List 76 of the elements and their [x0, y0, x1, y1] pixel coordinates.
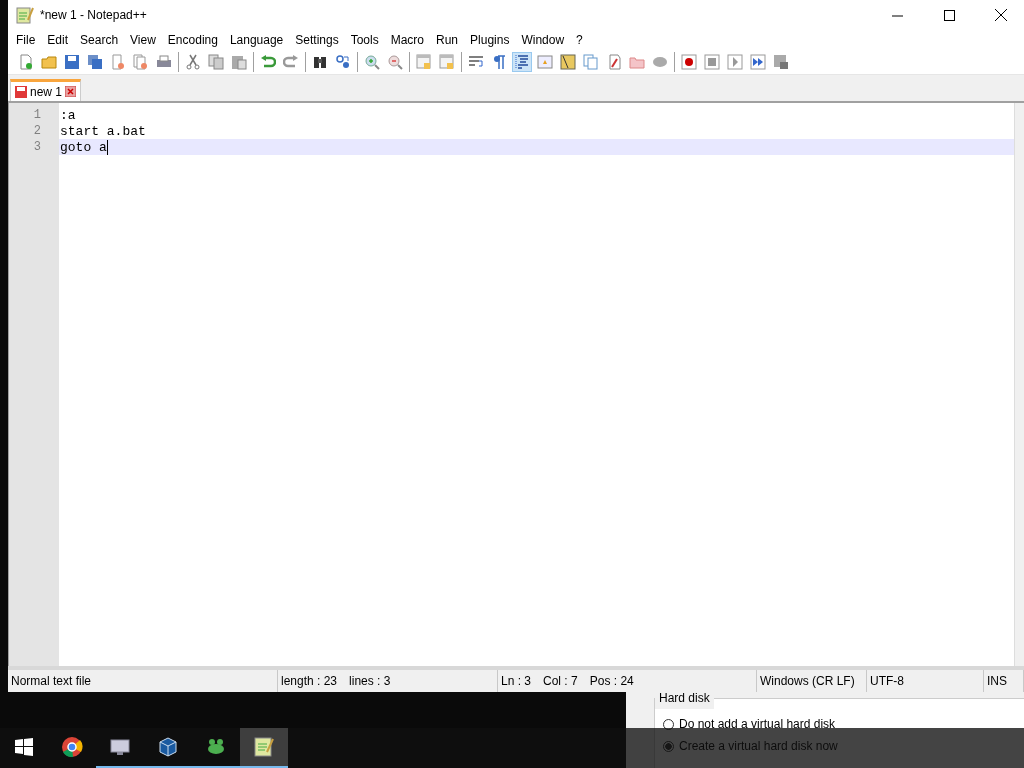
- radio-label: Do not add a virtual hard disk: [679, 717, 836, 731]
- word-wrap-icon: [468, 54, 484, 70]
- zoom-in-icon: [364, 54, 380, 70]
- cube-icon: [157, 736, 179, 758]
- menu-item[interactable]: Macro: [384, 30, 430, 50]
- menu-item[interactable]: ?: [570, 30, 589, 50]
- notepad-icon: [16, 6, 34, 24]
- documents-icon: [583, 54, 599, 70]
- line-number: 2: [32, 123, 42, 139]
- scissors-icon: [185, 54, 201, 70]
- eol-format: Windows (CR LF): [760, 674, 855, 688]
- floppy-disks-icon: [87, 54, 103, 70]
- menu-item[interactable]: View: [124, 30, 162, 50]
- menu-item[interactable]: Tools: [344, 30, 385, 50]
- browser-icon: [61, 736, 83, 758]
- menu-item[interactable]: File: [10, 30, 42, 50]
- menu-item[interactable]: Window: [515, 30, 571, 50]
- menu-item[interactable]: Settings: [289, 30, 345, 50]
- windows-lock-icon: [416, 54, 432, 70]
- text-caret: [106, 139, 108, 155]
- windows-logo-icon: [13, 736, 35, 758]
- maximize-icon: [943, 9, 955, 21]
- clipboard-icon: [231, 54, 247, 70]
- toolbar-button[interactable]: [558, 52, 578, 72]
- menu-item[interactable]: Plugins: [464, 30, 516, 50]
- group-title: Hard disk: [655, 691, 714, 709]
- folder-icon: [629, 54, 645, 70]
- toolbar-button[interactable]: [748, 52, 768, 72]
- replace-icon: [335, 54, 351, 70]
- lines-info: lines : 3: [349, 674, 391, 688]
- menu-item[interactable]: Encoding: [161, 30, 224, 50]
- play-icon: [727, 54, 743, 70]
- file-type: Normal text file: [11, 674, 92, 688]
- line-info: Ln : 3: [501, 674, 532, 688]
- menu-item[interactable]: Run: [430, 30, 465, 50]
- copy-icon: [208, 54, 224, 70]
- close-icon[interactable]: [65, 86, 77, 97]
- record-icon: [681, 54, 697, 70]
- function-list-icon: [606, 54, 622, 70]
- menu-item[interactable]: Edit: [41, 30, 75, 50]
- menu-item[interactable]: Search: [74, 30, 125, 50]
- taskbar-button[interactable]: [240, 728, 288, 768]
- insert-mode: INS: [987, 674, 1007, 688]
- document-map-icon: [560, 54, 576, 70]
- menu-item[interactable]: Language: [223, 30, 290, 50]
- scrollbar[interactable]: [1014, 103, 1024, 666]
- undo-icon: [260, 54, 276, 70]
- fast-forward-icon: [750, 54, 766, 70]
- files-close-icon: [133, 54, 149, 70]
- folder-icon: [41, 54, 57, 70]
- zoom-out-icon: [387, 54, 403, 70]
- line-number: 1: [32, 107, 42, 123]
- pilcrow-icon: [491, 54, 507, 70]
- position-info: Pos : 24: [589, 674, 634, 688]
- file-close-icon: [110, 54, 126, 70]
- binoculars-icon: [312, 54, 328, 70]
- encoding: UTF-8: [870, 674, 904, 688]
- stop-icon: [704, 54, 720, 70]
- indent-guide-icon: [514, 54, 530, 70]
- window-title: *new 1 - Notepad++: [40, 8, 148, 22]
- notepad-icon: [253, 736, 275, 758]
- printer-icon: [156, 54, 172, 70]
- document-tab[interactable]: new 1: [10, 79, 82, 101]
- code-line: goto a: [59, 139, 107, 155]
- new-file-icon: [18, 54, 34, 70]
- windows-lock-icon: [439, 54, 455, 70]
- list-save-icon: [773, 54, 789, 70]
- line-number: 3: [32, 139, 42, 155]
- toolbar-button[interactable]: [679, 52, 699, 72]
- length-info: length : 23: [281, 674, 338, 688]
- column-info: Col : 7: [543, 674, 578, 688]
- code-line: :a: [59, 107, 76, 123]
- tab-label: new 1: [30, 84, 63, 99]
- code-line: start a.bat: [59, 123, 146, 139]
- redo-icon: [283, 54, 299, 70]
- close-icon: [995, 9, 1007, 21]
